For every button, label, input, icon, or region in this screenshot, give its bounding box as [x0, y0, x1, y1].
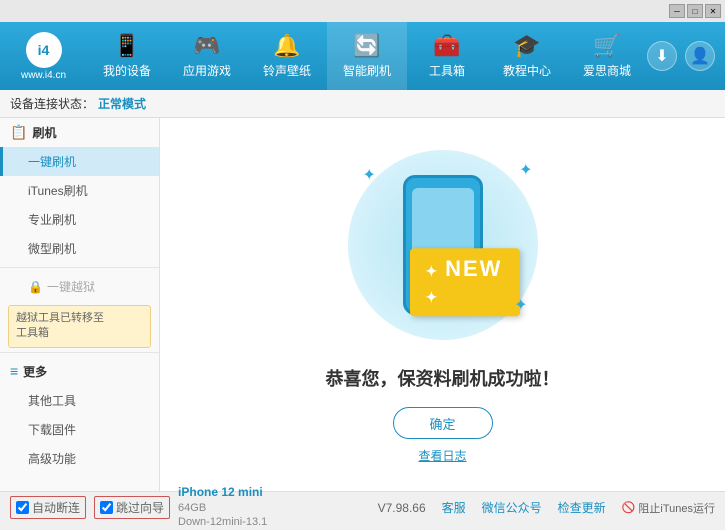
sparkle-2: ✦ — [519, 160, 532, 180]
footer-update-link[interactable]: 检查更新 — [558, 499, 606, 516]
nav-item-toolbox[interactable]: 🧰 工具箱 — [407, 22, 487, 90]
footer: 自动断连 跳过向导 iPhone 12 mini 64GB Down-12min… — [0, 491, 725, 523]
nav-label-tutorial: 教程中心 — [503, 62, 551, 79]
sidebar-divider-2 — [0, 352, 159, 353]
device-model: Down-12mini-13.1 — [178, 515, 267, 529]
nav-icon-smartflash: 🔄 — [353, 33, 380, 59]
status-label: 设备连接状态： — [10, 95, 94, 112]
minimize-button[interactable]: ─ — [669, 4, 685, 18]
illustration-area: ✦ ✦ ✦ NEW — [333, 145, 553, 345]
nav-item-appgame[interactable]: 🎮 应用游戏 — [167, 22, 247, 90]
nav-item-store[interactable]: 🛒 爱思商城 — [567, 22, 647, 90]
device-name: iPhone 12 mini — [178, 485, 267, 501]
sidebar-info-box: 越狱工具已转移至工具箱 — [8, 305, 151, 348]
sidebar-section-more: ≡ 更多 — [0, 357, 159, 386]
footer-support-link[interactable]: 客服 — [442, 499, 466, 516]
nav-label-ringtone: 铃声壁纸 — [263, 62, 311, 79]
more-section-label: 更多 — [23, 363, 47, 380]
view-log-link[interactable]: 查看日志 — [418, 447, 466, 464]
nav-label-mydevice: 我的设备 — [103, 62, 151, 79]
nav-icon-tutorial: 🎓 — [513, 33, 540, 59]
title-bar: ─ □ ✕ — [0, 0, 725, 22]
confirm-button[interactable]: 确定 — [393, 407, 493, 439]
nav-right-controls: ⬇ 👤 — [647, 41, 725, 71]
nav-label-smartflash: 智能刷机 — [343, 62, 391, 79]
skip-wizard-input[interactable] — [100, 501, 113, 514]
nav-icon-appgame: 🎮 — [193, 33, 220, 59]
download-button[interactable]: ⬇ — [647, 41, 677, 71]
sidebar-item-pro[interactable]: 专业刷机 — [0, 205, 159, 234]
header: i4 www.i4.cn 📱 我的设备 🎮 应用游戏 🔔 铃声壁纸 🔄 智能刷机… — [0, 22, 725, 90]
user-button[interactable]: 👤 — [685, 41, 715, 71]
sparkle-1: ✦ — [363, 165, 376, 185]
nav-item-smartflash[interactable]: 🔄 智能刷机 — [327, 22, 407, 90]
sidebar-divider-1 — [0, 267, 159, 268]
center-content: ✦ ✦ ✦ NEW 恭喜您，保资料刷机成功啦！ 确定 查看日志 — [160, 118, 725, 491]
nav-item-tutorial[interactable]: 🎓 教程中心 — [487, 22, 567, 90]
new-badge: NEW — [410, 248, 520, 316]
jailbreak-label: 一键越狱 — [47, 278, 95, 295]
footer-wechat-link[interactable]: 微信公众号 — [482, 499, 542, 516]
sparkle-3: ✦ — [514, 295, 527, 315]
auto-disconnect-label: 自动断连 — [32, 499, 80, 516]
close-button[interactable]: ✕ — [705, 4, 721, 18]
nav-icon-ringtone: 🔔 — [273, 33, 300, 59]
more-section-icon: ≡ — [10, 363, 18, 379]
sidebar-item-advanced[interactable]: 高级功能 — [0, 444, 159, 473]
sidebar-section-flash: 📋 刷机 — [0, 118, 159, 147]
flash-section-icon: 📋 — [10, 124, 27, 141]
success-message: 恭喜您，保资料刷机成功啦！ — [326, 365, 560, 391]
auto-disconnect-input[interactable] — [16, 501, 29, 514]
window-controls: ─ □ ✕ — [669, 4, 721, 18]
nav-icon-store: 🛒 — [593, 33, 620, 59]
nav-item-mydevice[interactable]: 📱 我的设备 — [87, 22, 167, 90]
nav-label-store: 爱思商城 — [583, 62, 631, 79]
stop-itunes-label: 阻止iTunes运行 — [638, 500, 715, 516]
skip-wizard-checkbox[interactable]: 跳过向导 — [94, 496, 170, 519]
auto-disconnect-checkbox[interactable]: 自动断连 — [10, 496, 86, 519]
sidebar-item-onekey[interactable]: 一键刷机 — [0, 147, 159, 176]
nav-bar: 📱 我的设备 🎮 应用游戏 🔔 铃声壁纸 🔄 智能刷机 🧰 工具箱 🎓 教程中心… — [87, 22, 647, 90]
status-bar: 设备连接状态： 正常模式 — [0, 90, 725, 118]
sidebar-item-jailbreak: 🔒 一键越狱 — [0, 272, 159, 301]
logo-icon: i4 — [26, 32, 62, 68]
flash-section-label: 刷机 — [32, 124, 56, 141]
footer-right: V7.98.66 客服 微信公众号 检查更新 🚫 阻止iTunes运行 — [378, 499, 715, 516]
main-content: 📋 刷机 一键刷机 iTunes刷机 专业刷机 微型刷机 🔒 一键越狱 越狱工具… — [0, 118, 725, 491]
nav-label-appgame: 应用游戏 — [183, 62, 231, 79]
footer-version: V7.98.66 — [378, 501, 426, 515]
nav-item-ringtone[interactable]: 🔔 铃声壁纸 — [247, 22, 327, 90]
nav-icon-toolbox: 🧰 — [433, 33, 460, 59]
stop-itunes-button[interactable]: 🚫 阻止iTunes运行 — [622, 500, 715, 516]
logo-text: www.i4.cn — [21, 70, 66, 81]
device-storage: 64GB — [178, 501, 267, 515]
lock-icon: 🔒 — [28, 280, 43, 294]
nav-icon-mydevice: 📱 — [113, 33, 140, 59]
maximize-button[interactable]: □ — [687, 4, 703, 18]
logo-area: i4 www.i4.cn — [0, 32, 87, 81]
sidebar-item-itunes[interactable]: iTunes刷机 — [0, 176, 159, 205]
skip-wizard-label: 跳过向导 — [116, 499, 164, 516]
sidebar: 📋 刷机 一键刷机 iTunes刷机 专业刷机 微型刷机 🔒 一键越狱 越狱工具… — [0, 118, 160, 491]
sidebar-item-micro[interactable]: 微型刷机 — [0, 234, 159, 263]
sidebar-item-download-firmware[interactable]: 下载固件 — [0, 415, 159, 444]
stop-itunes-icon: 🚫 — [622, 501, 636, 514]
nav-label-toolbox: 工具箱 — [429, 62, 465, 79]
sidebar-item-other-tools[interactable]: 其他工具 — [0, 386, 159, 415]
status-value: 正常模式 — [98, 95, 146, 112]
